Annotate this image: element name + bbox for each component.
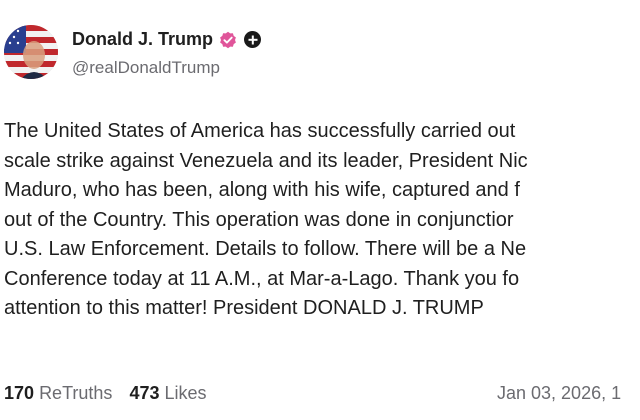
likes-stat[interactable]: 473 Likes [129,383,206,403]
post-text-line: scale strike against Venezuela and its l… [4,149,528,172]
display-name-text: Donald J. Trump [72,29,214,49]
post-text-line: Conference today at 11 A.M., at Mar-a-La… [4,267,520,290]
retruths-stat[interactable]: 170 ReTruths [4,383,112,403]
profile-photo-flag-icon [4,25,58,79]
retruths-label: ReTruths [39,383,113,403]
post-text-line: attention to this matter! President DONA… [4,297,484,319]
post-stats: 170 ReTruths 473 Likes [4,383,219,404]
verified-badge-icon [219,31,237,49]
author-display-name[interactable]: Donald J. Trump [72,29,262,50]
author-handle[interactable]: @realDonaldTrump [72,58,220,78]
plus-circle-icon[interactable] [244,31,262,48]
post-body: The United States of America has success… [4,117,640,324]
post-text-line: out of the Country. This operation was d… [4,208,514,231]
post-text-line: U.S. Law Enforcement. Details to follow.… [4,238,527,260]
post-timestamp[interactable]: Jan 03, 2026, 1 [497,383,621,404]
retruths-count: 170 [4,383,35,403]
avatar[interactable] [4,25,58,79]
post-text-line: Maduro, who has been, along with his wif… [4,179,520,201]
post-text-line: The United States of America has success… [4,120,516,142]
likes-count: 473 [129,383,160,403]
likes-label: Likes [164,383,207,403]
